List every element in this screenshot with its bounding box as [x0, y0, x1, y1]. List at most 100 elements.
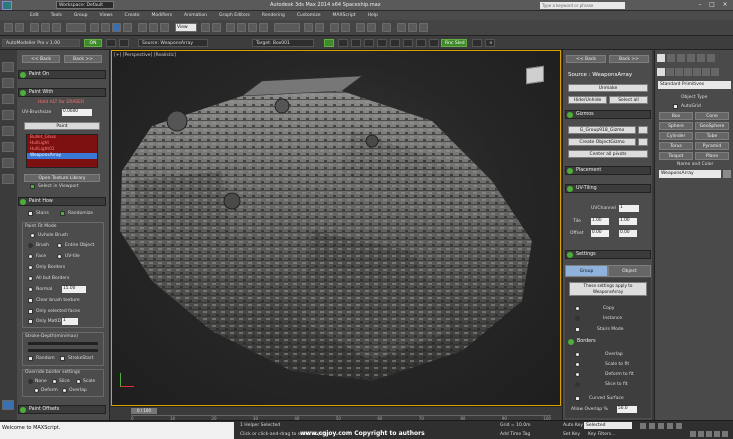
- rendered-frame-icon[interactable]: [408, 23, 417, 32]
- gizmos-rollout[interactable]: Gizmos: [565, 110, 651, 119]
- material-editor-icon[interactable]: [382, 23, 391, 32]
- paint-on-rollout[interactable]: Paint On: [18, 70, 106, 79]
- object-tab[interactable]: Object: [608, 265, 651, 277]
- workspace-dropdown[interactable]: Workspace: Default: [56, 1, 114, 9]
- on-button[interactable]: ON: [84, 39, 102, 47]
- uv-tiling-rollout[interactable]: UV-Tiling: [565, 184, 651, 193]
- borders-rollout[interactable]: Borders: [567, 338, 649, 347]
- normal-input[interactable]: 15.00: [62, 286, 86, 293]
- key-filters-button[interactable]: Key Filters...: [588, 432, 615, 437]
- all-but-borders-radio[interactable]: [28, 276, 33, 281]
- named-selection-icon[interactable]: [274, 23, 300, 32]
- open-texture-library-button[interactable]: Open Texture Library: [24, 174, 100, 182]
- torus-button[interactable]: Torus: [659, 142, 693, 150]
- deform-to-fit-radio[interactable]: [575, 372, 580, 377]
- menu-animation[interactable]: Animation: [178, 11, 213, 20]
- teapot-button[interactable]: Teapot: [659, 152, 693, 160]
- move-icon[interactable]: [138, 23, 147, 32]
- name-and-color-header[interactable]: Name and Color: [677, 162, 713, 167]
- brush-tool-icon[interactable]: [2, 78, 14, 88]
- menu-rendering[interactable]: Rendering: [256, 11, 291, 20]
- override-scale-radio[interactable]: [76, 379, 81, 384]
- info-tool-icon[interactable]: [2, 400, 14, 410]
- mid-forward-button[interactable]: Back >>: [609, 55, 649, 63]
- perspective-viewport[interactable]: [+] [Perspective] [Realistic]: [111, 50, 561, 406]
- uv-tile-radio[interactable]: [57, 254, 62, 259]
- override-slice-radio[interactable]: [52, 379, 57, 384]
- create-tab-icon[interactable]: [657, 54, 665, 62]
- curve-editor-icon[interactable]: [356, 23, 365, 32]
- app-logo-icon[interactable]: [2, 1, 12, 10]
- brush-radio[interactable]: [28, 243, 33, 248]
- tool-icon-2[interactable]: [351, 39, 361, 47]
- search-input[interactable]: Type a keyword or phrase: [540, 2, 625, 9]
- sphere-button[interactable]: Sphere: [659, 122, 693, 130]
- timeline[interactable]: 0 / 100 0 10 20 30 40 50 60 70 80 90 100: [111, 406, 561, 421]
- toolbar-close-icon[interactable]: ×: [485, 39, 495, 47]
- snap-icon[interactable]: [226, 23, 235, 32]
- rect-select-icon[interactable]: [112, 23, 121, 32]
- selected-dropdown[interactable]: Selected: [584, 422, 632, 429]
- override-overlap-radio[interactable]: [62, 388, 67, 393]
- goto-end-icon[interactable]: [676, 423, 682, 429]
- uv-brushsize-input[interactable]: 0.0600: [62, 109, 92, 116]
- tube-button[interactable]: Tube: [695, 132, 729, 140]
- menu-customize[interactable]: Customize: [291, 11, 327, 20]
- spaceship-model[interactable]: [112, 51, 561, 406]
- face-radio[interactable]: [28, 254, 33, 259]
- bind-icon[interactable]: [52, 23, 61, 32]
- paint-offsets-rollout[interactable]: Paint Offsets: [18, 405, 106, 414]
- prev-frame-icon[interactable]: [649, 423, 655, 429]
- curved-surface-checkbox[interactable]: [575, 396, 580, 401]
- pan-icon[interactable]: [706, 431, 712, 437]
- menu-group[interactable]: Group: [68, 11, 94, 20]
- stroke-start-checkbox[interactable]: [60, 356, 65, 361]
- window-crossing-icon[interactable]: [123, 23, 132, 32]
- offset-v-input[interactable]: 0.00: [619, 230, 637, 237]
- snap-tool-icon[interactable]: [2, 158, 14, 168]
- tool-icon-5[interactable]: [390, 39, 400, 47]
- plane-button[interactable]: Plane: [695, 152, 729, 160]
- systems-icon[interactable]: [711, 68, 719, 76]
- source-field[interactable]: Source: WeaponsArray: [138, 39, 208, 47]
- cameras-icon[interactable]: [684, 68, 692, 76]
- select-icon[interactable]: [90, 23, 99, 32]
- toolbar-min-icon[interactable]: [472, 39, 482, 47]
- tool-icon-4[interactable]: [377, 39, 387, 47]
- create-gizmo-copy-icon[interactable]: [638, 138, 648, 146]
- gizmo-item-button[interactable]: G_Group918_Gizmo: [568, 126, 636, 134]
- mid-back-button[interactable]: << Back: [566, 55, 606, 63]
- offset-u-input[interactable]: 0.00: [591, 230, 609, 237]
- graphite-icon[interactable]: [341, 23, 350, 32]
- uv-channel-input[interactable]: 1: [619, 205, 639, 212]
- grid-tool-icon[interactable]: [2, 110, 14, 120]
- select-by-name-icon[interactable]: [101, 23, 110, 32]
- cylinder-button[interactable]: Cylinder: [659, 132, 693, 140]
- maxscript-listener[interactable]: Welcome to MAXScript.: [0, 422, 234, 439]
- unmake-button[interactable]: Unmake: [568, 84, 648, 92]
- undo-icon[interactable]: [4, 23, 13, 32]
- motion-tab-icon[interactable]: [687, 54, 695, 62]
- gizmo-item-copy-icon[interactable]: [638, 126, 648, 134]
- play-icon[interactable]: [658, 423, 664, 429]
- object-name-input[interactable]: WeaponsArray: [659, 170, 721, 178]
- hierarchy-tab-icon[interactable]: [677, 54, 685, 62]
- menu-help[interactable]: Help: [362, 11, 384, 20]
- layer-icon[interactable]: [330, 23, 339, 32]
- only-matid-checkbox[interactable]: [28, 319, 33, 324]
- stairs-checkbox[interactable]: [28, 211, 33, 216]
- schematic-icon[interactable]: [367, 23, 376, 32]
- placement-rollout[interactable]: Placement: [565, 166, 651, 175]
- menu-create[interactable]: Create: [119, 11, 146, 20]
- menu-graph-editors[interactable]: Graph Editors: [213, 11, 256, 20]
- scale-to-fit-radio[interactable]: [575, 362, 580, 367]
- maximize-icon[interactable]: □: [706, 1, 718, 9]
- stairs-mode-checkbox[interactable]: [575, 327, 580, 332]
- box-button[interactable]: Box: [659, 112, 693, 120]
- eraser-tool-icon[interactable]: [2, 94, 14, 104]
- menu-maxscript[interactable]: MAXScript: [327, 11, 362, 20]
- settings-tool-icon[interactable]: [2, 174, 14, 184]
- render-icon[interactable]: [419, 23, 428, 32]
- spacewarps-icon[interactable]: [702, 68, 710, 76]
- align-tool-icon[interactable]: [2, 142, 14, 152]
